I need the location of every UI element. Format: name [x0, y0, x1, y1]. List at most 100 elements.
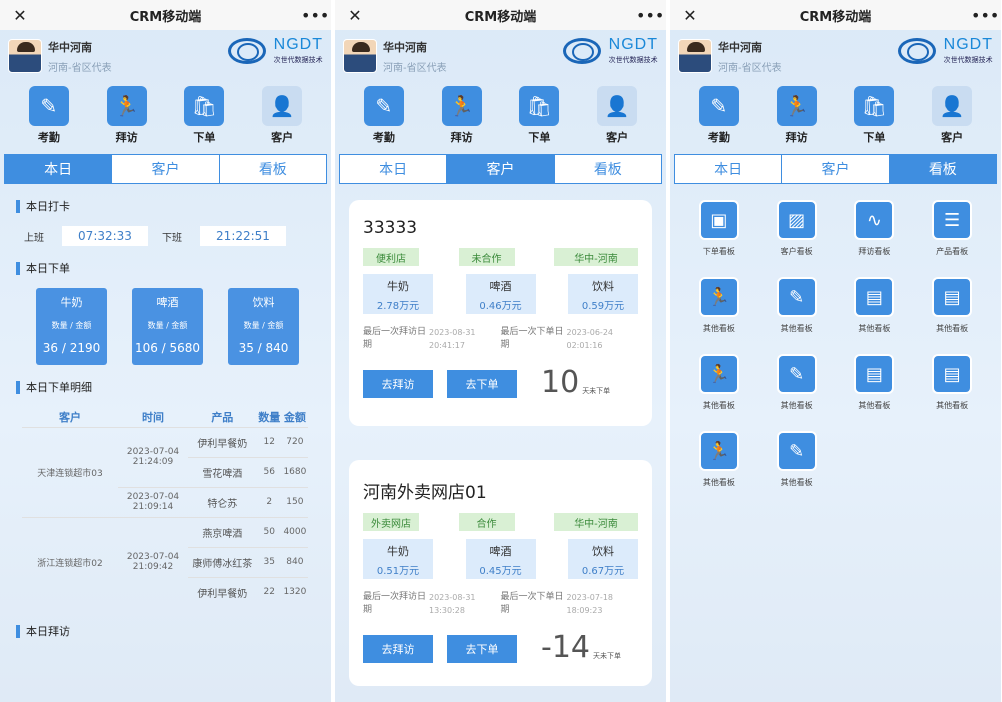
more-icon[interactable]: •••	[301, 6, 329, 25]
order-qty: 36	[42, 341, 59, 355]
col-product: 产品	[211, 410, 234, 424]
quick-visit[interactable]: 🏃 拜访	[97, 86, 157, 154]
bag-icon: 🛍	[184, 86, 225, 126]
board-other[interactable]: 🏃 其他看板	[680, 354, 758, 411]
more-icon[interactable]: •••	[971, 6, 999, 25]
board-other[interactable]: ▤ 其他看板	[836, 354, 914, 411]
close-icon[interactable]: ✕	[680, 6, 700, 25]
tab-board[interactable]: 看板	[889, 155, 996, 183]
quick-customer[interactable]: 👤 客户	[252, 86, 312, 154]
board-visit[interactable]: ∿ 拜访看板	[836, 200, 914, 257]
customer-region-tag: 华中-河南	[554, 248, 638, 266]
go-order-button[interactable]: 去下单	[447, 370, 517, 398]
section-title: 本日拜访	[26, 625, 70, 638]
logo-subtitle: 次世代数据技术	[608, 56, 658, 64]
more-icon[interactable]: •••	[636, 6, 664, 25]
board-order[interactable]: ▣ 下单看板	[680, 200, 758, 257]
quick-customer[interactable]: 👤 客户	[922, 86, 982, 154]
board-other[interactable]: 🏃 其他看板	[680, 277, 758, 334]
product-name: 饮料	[592, 545, 614, 558]
ngdt-logo: NGDT 次世代数据技术	[897, 36, 993, 65]
last-order-date: 2023-07-18 18:09:23	[566, 593, 614, 615]
quick-visit[interactable]: 🏃 拜访	[432, 86, 492, 154]
order-card-value: 35 / 840	[238, 341, 289, 355]
quick-order[interactable]: 🛍 下单	[509, 86, 569, 154]
close-icon[interactable]: ✕	[345, 6, 365, 25]
product-name: 啤酒	[489, 280, 512, 293]
board-product[interactable]: ☰ 产品看板	[913, 200, 991, 257]
tab-board[interactable]: 看板	[554, 155, 661, 183]
board-other[interactable]: 🏃 其他看板	[680, 431, 758, 488]
tab-customers[interactable]: 客户	[782, 155, 890, 183]
quick-visit[interactable]: 🏃 拜访	[767, 86, 827, 154]
title-bar: ✕ CRM移动端 •••	[0, 0, 331, 30]
board-label: 其他看板	[936, 401, 969, 410]
board-other[interactable]: ✎ 其他看板	[758, 277, 836, 334]
product-summary: 饮料 0.59万元	[568, 274, 638, 314]
board-other[interactable]: ▤ 其他看板	[913, 277, 991, 334]
tab-today[interactable]: 本日	[340, 155, 448, 183]
board-other[interactable]: ▤ 其他看板	[836, 277, 914, 334]
board-other[interactable]: ▤ 其他看板	[913, 354, 991, 411]
cell-amount: 840	[281, 546, 308, 577]
cell-qty: 12	[256, 426, 282, 457]
quick-attendance[interactable]: ✎ 考勤	[19, 86, 79, 154]
person-icon: 👤	[597, 86, 638, 126]
quick-attendance[interactable]: ✎ 考勤	[689, 86, 749, 154]
cell-qty: 56	[256, 456, 282, 487]
board-label: 客户看板	[780, 247, 813, 256]
logo-icon	[897, 37, 936, 64]
col-amount: 金额	[283, 410, 306, 424]
trend-icon: ∿	[854, 200, 895, 240]
profile-role: 河南-省区代表	[383, 62, 447, 74]
board-label: 其他看板	[780, 324, 813, 333]
order-card[interactable]: 啤酒 数量 / 金额 106 / 5680	[132, 288, 203, 365]
phone-panel-board: ✕ CRM移动端 ••• 华中河南 河南-省区代表 NGDT 次世代数据技术 ✎…	[670, 0, 1001, 702]
section-visits: 本日拜访	[4, 623, 327, 639]
product-summary: 饮料 0.67万元	[568, 539, 638, 579]
quick-order[interactable]: 🛍 下单	[174, 86, 234, 154]
order-card[interactable]: 饮料 数量 / 金额 35 / 840	[228, 288, 299, 365]
tab-customers[interactable]: 客户	[447, 155, 555, 183]
section-order-detail: 本日下单明细	[4, 379, 327, 395]
id-card-icon: ▤	[932, 277, 973, 317]
board-customer[interactable]: ▨ 客户看板	[758, 200, 836, 257]
tab-customers[interactable]: 客户	[112, 155, 220, 183]
tab-board[interactable]: 看板	[219, 155, 326, 183]
ngdt-logo: NGDT 次世代数据技术	[227, 36, 323, 65]
quick-attendance[interactable]: ✎ 考勤	[354, 86, 414, 154]
tab-today[interactable]: 本日	[675, 155, 783, 183]
order-amt: 840	[265, 341, 289, 355]
order-cards: 牛奶 数量 / 金额 36 / 2190 啤酒 数量 / 金额 106 / 5680 饮…	[4, 288, 327, 365]
customer-card[interactable]: 河南外卖网店01 外卖网店 合作 华中-河南 牛奶 0.51万元 啤酒 0.45万元…	[349, 460, 652, 686]
order-card[interactable]: 牛奶 数量 / 金额 36 / 2190	[36, 288, 107, 365]
profile-role: 河南-省区代表	[718, 62, 782, 74]
logo-subtitle: 次世代数据技术	[943, 56, 993, 64]
quick-actions: ✎ 考勤 🏃 拜访 🛍 下单 👤 客户	[0, 82, 331, 154]
go-visit-button[interactable]: 去拜访	[363, 370, 433, 398]
customer-card[interactable]: 33333 便利店 未合作 华中-河南 牛奶 2.78万元 啤酒 0.46万元 饮料…	[349, 200, 652, 426]
cell-product: 伊利早餐奶	[188, 576, 257, 607]
go-order-button[interactable]: 去下单	[447, 635, 517, 663]
profile-name: 华中河南	[718, 40, 762, 54]
cell-product: 康师傅冰红茶	[188, 546, 257, 577]
order-amt: 5680	[169, 341, 201, 355]
logo-icon	[227, 37, 266, 64]
board-label: 产品看板	[936, 247, 969, 256]
go-visit-button[interactable]: 去拜访	[363, 635, 433, 663]
order-amt: 2190	[69, 341, 101, 355]
product-summary: 牛奶 0.51万元	[363, 539, 433, 579]
close-icon[interactable]: ✕	[10, 6, 30, 25]
product-value: 0.67万元	[581, 566, 625, 577]
runner-icon: 🏃	[776, 86, 817, 126]
board-other[interactable]: ✎ 其他看板	[758, 431, 836, 488]
board-other[interactable]: ✎ 其他看板	[758, 354, 836, 411]
cell-customer: 浙江连锁超市02	[22, 516, 118, 607]
quick-order[interactable]: 🛍 下单	[844, 86, 904, 154]
quick-label: 考勤	[37, 131, 60, 144]
tab-bar: 本日 客户 看板	[339, 154, 662, 184]
quick-customer[interactable]: 👤 客户	[587, 86, 647, 154]
cell-qty: 35	[256, 546, 282, 577]
quick-label: 考勤	[707, 131, 730, 144]
tab-today[interactable]: 本日	[5, 155, 113, 183]
